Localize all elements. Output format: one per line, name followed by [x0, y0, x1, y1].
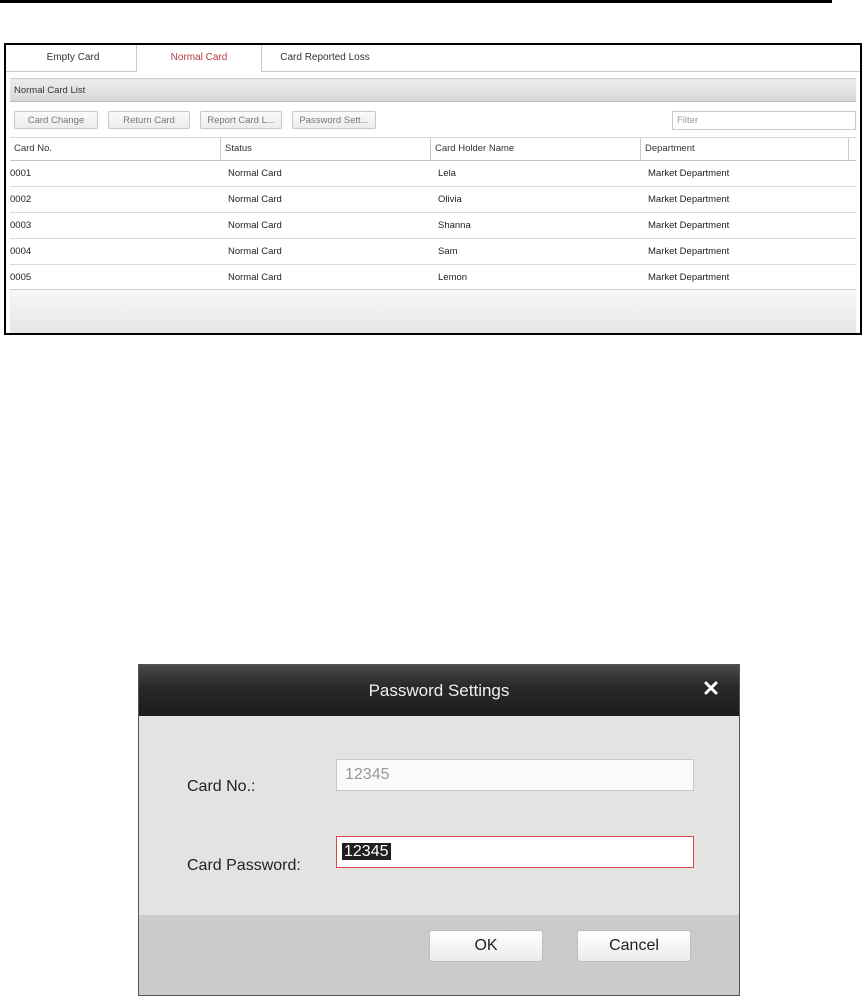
cancel-button[interactable]: Cancel [577, 930, 691, 962]
cell-card-holder-name: Olivia [438, 194, 462, 205]
table-header: Card No. Status Card Holder Name Departm… [10, 137, 856, 161]
dialog-title: Password Settings [368, 681, 510, 700]
list-title: Normal Card List [10, 78, 856, 102]
cell-department: Market Department [648, 220, 730, 231]
column-header-department[interactable]: Department [640, 138, 846, 160]
column-header-card-holder-name[interactable]: Card Holder Name [430, 138, 638, 160]
cell-card-holder-name: Shanna [438, 220, 471, 231]
card-no-field[interactable]: 12345 [336, 759, 694, 791]
card-table: Card No. Status Card Holder Name Departm… [10, 137, 856, 291]
table-row[interactable]: 0004 Normal Card Sam Market Department [10, 239, 856, 265]
tab-empty-card[interactable]: Empty Card [10, 45, 136, 71]
cell-status: Normal Card [228, 194, 282, 205]
dialog-titlebar: Password Settings [139, 665, 739, 716]
dialog-footer: OK Cancel [139, 915, 739, 995]
card-no-label: Card No.: [187, 778, 256, 795]
card-tabs: Empty Card Normal Card Card Reported Los… [6, 45, 860, 72]
cell-department: Market Department [648, 272, 730, 283]
page-top-rule [0, 0, 832, 3]
panel-footer [10, 289, 856, 333]
cell-status: Normal Card [228, 220, 282, 231]
table-row[interactable]: 0001 Normal Card Lela Market Department [10, 161, 856, 187]
cell-status: Normal Card [228, 272, 282, 283]
card-change-button[interactable]: Card Change [14, 111, 98, 129]
table-row[interactable]: 0002 Normal Card Olivia Market Departmen… [10, 187, 856, 213]
cell-department: Market Department [648, 168, 730, 179]
table-row[interactable]: 0003 Normal Card Shanna Market Departmen… [10, 213, 856, 239]
report-card-loss-button[interactable]: Report Card L... [200, 111, 282, 129]
password-settings-button[interactable]: Password Sett... [292, 111, 376, 129]
column-header-extra [848, 138, 856, 160]
card-password-value: 12345 [342, 843, 391, 860]
dialog-body: Card No.: 12345 Card Password: 12345 [139, 716, 739, 915]
tab-card-reported-loss[interactable]: Card Reported Loss [262, 45, 388, 71]
close-icon[interactable] [701, 678, 721, 698]
column-header-card-no[interactable]: Card No. [10, 138, 218, 160]
cell-department: Market Department [648, 194, 730, 205]
cell-status: Normal Card [228, 246, 282, 257]
card-password-field[interactable]: 12345 [336, 836, 694, 868]
cell-card-holder-name: Sam [438, 246, 458, 257]
card-management-panel: Empty Card Normal Card Card Reported Los… [4, 43, 862, 335]
cell-department: Market Department [648, 246, 730, 257]
cell-card-no: 0001 [10, 168, 32, 179]
password-settings-dialog: Password Settings Card No.: 12345 Card P… [138, 664, 740, 996]
ok-button[interactable]: OK [429, 930, 543, 962]
cell-card-no: 0002 [10, 194, 32, 205]
cell-card-holder-name: Lela [438, 168, 456, 179]
column-header-status[interactable]: Status [220, 138, 428, 160]
return-card-button[interactable]: Return Card [108, 111, 190, 129]
list-toolbar: Card Change Return Card Report Card L...… [10, 107, 856, 133]
cell-card-no: 0004 [10, 246, 32, 257]
table-row[interactable]: 0005 Normal Card Lemon Market Department [10, 265, 856, 291]
tab-normal-card[interactable]: Normal Card [136, 45, 262, 72]
cell-card-holder-name: Lemon [438, 272, 468, 283]
cell-card-no: 0005 [10, 272, 32, 283]
card-password-label: Card Password: [187, 857, 301, 874]
cell-card-no: 0003 [10, 220, 32, 231]
filter-input[interactable]: Filter [672, 111, 856, 130]
cell-status: Normal Card [228, 168, 282, 179]
